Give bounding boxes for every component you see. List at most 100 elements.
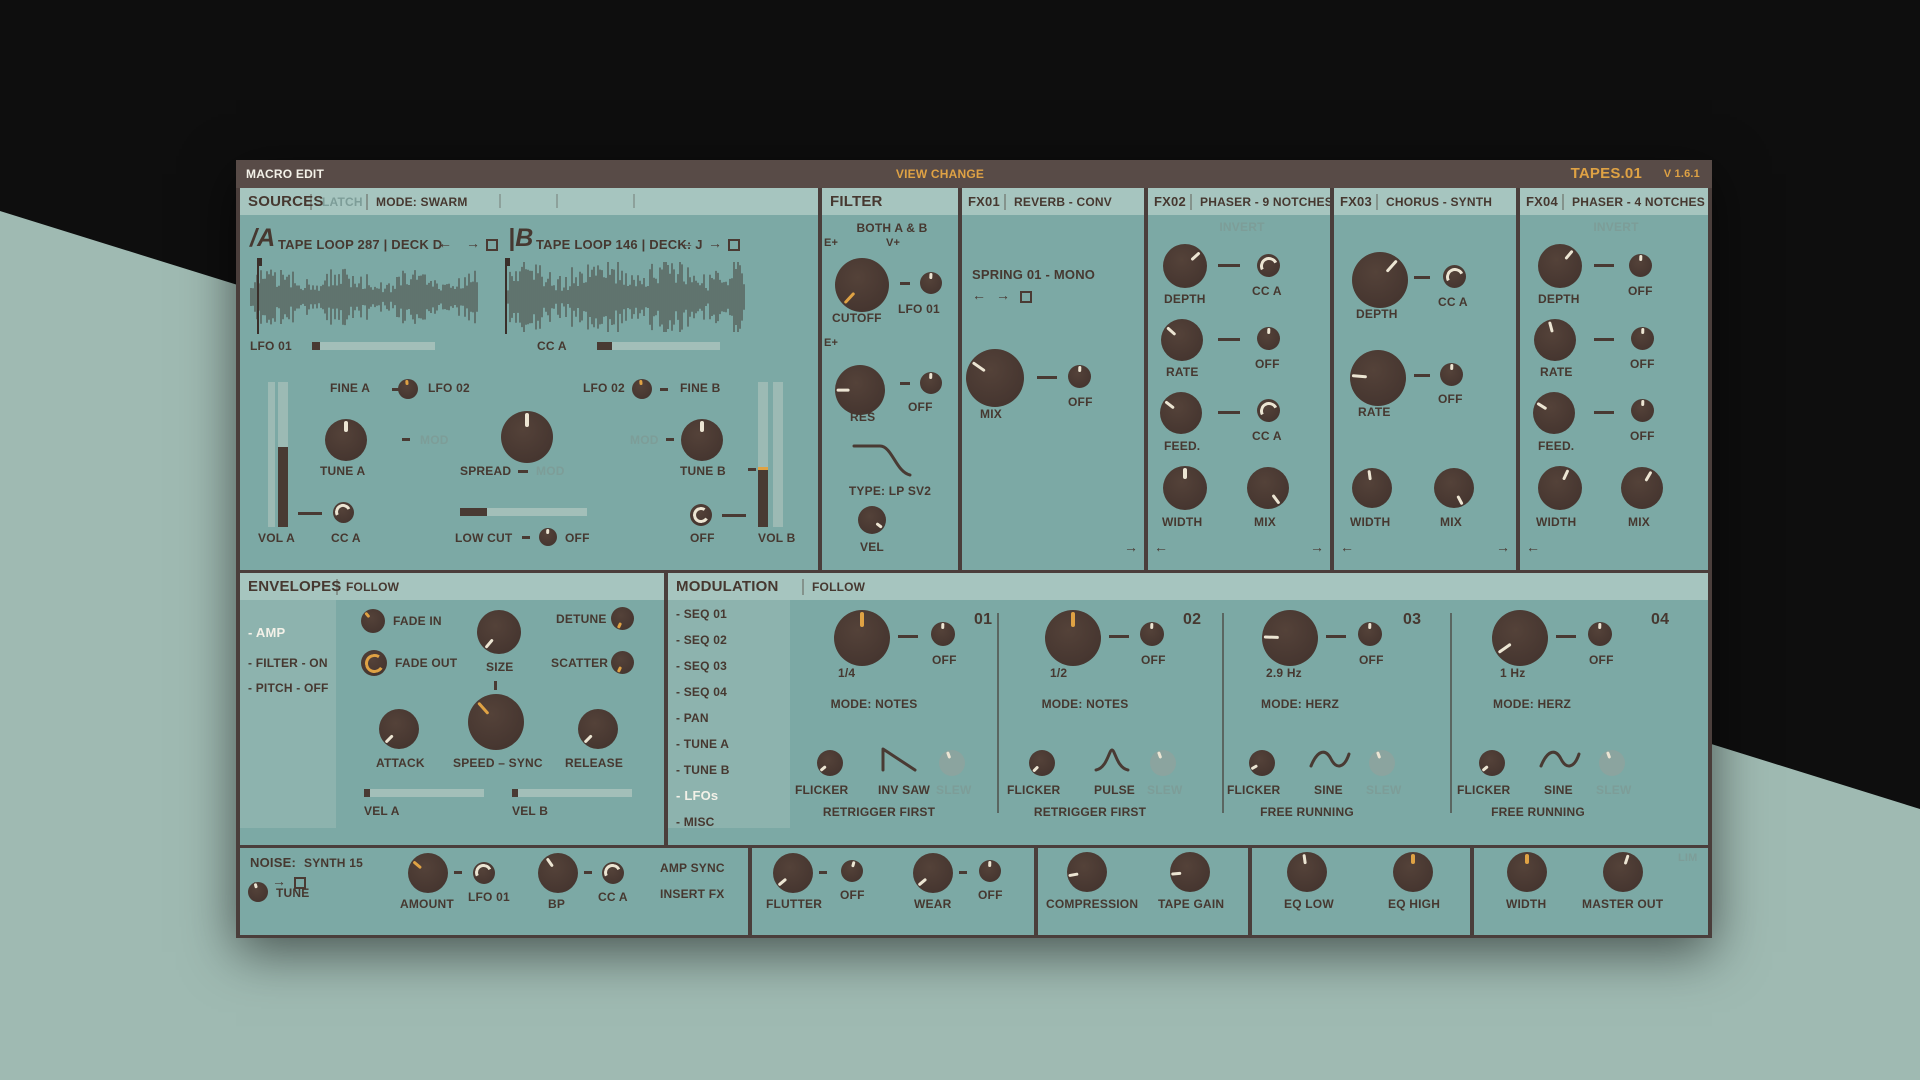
fx03-depth-mod-knob[interactable] [1443,265,1466,288]
fx04-rate-knob[interactable] [1534,319,1576,361]
fx01-type-selector[interactable]: REVERB - CONV [1014,196,1112,208]
latch-toggle[interactable]: LATCH [322,196,363,208]
filter-env-plus-label[interactable]: E+ [824,238,838,249]
vol-a-mod-label[interactable]: CC A [331,532,361,544]
fx04-rate-mod-label[interactable]: OFF [1630,358,1655,370]
lfo4-mod-label[interactable]: OFF [1589,654,1614,666]
fx03-send-next-icon[interactable]: → [1496,540,1510,554]
fx04-mix-knob[interactable] [1621,467,1663,509]
lfo2-mod-knob[interactable] [1140,622,1164,646]
lfo2-flicker-knob[interactable] [1029,750,1055,776]
spread-mod-label[interactable]: MOD [536,465,565,477]
speed-knob[interactable] [468,694,524,750]
wear-mod-knob[interactable] [979,860,1001,882]
sine-icon[interactable] [1538,747,1582,773]
deck-b-name[interactable]: TAPE LOOP 146 | DECK: J [536,238,703,251]
fx01-mix-mod-knob[interactable] [1068,365,1091,388]
deck-a-stop-icon[interactable] [486,239,498,251]
noise-bp-mod-knob[interactable] [602,862,624,884]
inv-saw-icon[interactable] [880,745,918,773]
sources-mode-selector[interactable]: MODE: SWARM [376,196,468,208]
lfo4-flicker-knob[interactable] [1479,750,1505,776]
deck-b-stop-icon[interactable] [728,239,740,251]
cutoff-mod-label[interactable]: LFO 01 [898,303,940,315]
fx02-depth-knob[interactable] [1163,244,1207,288]
mod-item-pan[interactable]: - PAN [676,712,709,724]
fx03-depth-mod-label[interactable]: CC A [1438,296,1468,308]
lfo1-mode-selector[interactable]: MODE: NOTES [831,698,918,710]
mod-item-seq03[interactable]: - SEQ 03 [676,660,727,672]
deck-a-name[interactable]: TAPE LOOP 287 | DECK D [278,238,442,251]
tune-a-mod-label[interactable]: MOD [420,434,449,446]
release-knob[interactable] [578,709,618,749]
flutter-mod-knob[interactable] [841,860,863,882]
deck-a-mod-slider[interactable] [312,342,435,350]
sine-icon[interactable] [1308,747,1352,773]
spread-knob[interactable] [501,411,553,463]
fx02-feed-mod-label[interactable]: CC A [1252,430,1282,442]
fx04-depth-knob[interactable] [1538,244,1582,288]
fx02-send-prev-icon[interactable]: ← [1154,540,1168,554]
low-cut-slider[interactable] [460,508,587,516]
fx01-stop-icon[interactable] [1020,291,1032,303]
eq-high-knob[interactable] [1393,852,1433,892]
fx01-next-icon[interactable]: → [996,288,1010,302]
lfo3-wave-selector[interactable]: SINE [1314,784,1343,796]
attack-knob[interactable] [379,709,419,749]
lfo3-rate-value[interactable]: 2.9 Hz [1266,667,1302,679]
eq-low-knob[interactable] [1287,852,1327,892]
fx03-rate-mod-knob[interactable] [1440,363,1463,386]
pulse-icon[interactable] [1093,745,1131,773]
mod-item-lfos[interactable]: - LFOs [676,789,718,802]
envelopes-item-filter[interactable]: - FILTER - ON [248,657,328,669]
lfo1-mod-knob[interactable] [931,622,955,646]
lfo3-mod-knob[interactable] [1358,622,1382,646]
fx03-rate-mod-label[interactable]: OFF [1438,393,1463,405]
fx02-rate-mod-knob[interactable] [1257,327,1280,350]
fx03-type-selector[interactable]: CHORUS - SYNTH [1386,196,1492,208]
fade-in-knob[interactable] [361,609,385,633]
fx01-send-next-icon[interactable]: → [1124,540,1138,554]
compression-knob[interactable] [1067,852,1107,892]
fx01-preset-name[interactable]: SPRING 01 - MONO [972,268,1095,281]
noise-bp-knob[interactable] [538,853,578,893]
lfo4-slew-knob[interactable] [1599,750,1625,776]
cutoff-mod-knob[interactable] [920,272,942,294]
res-env-plus-label[interactable]: E+ [824,338,838,349]
fx01-mix-knob[interactable] [966,349,1024,407]
noise-tune-knob[interactable] [248,882,268,902]
lfo4-wave-selector[interactable]: SINE [1544,784,1573,796]
vol-b-mod-label[interactable]: OFF [690,532,715,544]
detune-knob[interactable] [611,607,634,630]
lfo3-slew-knob[interactable] [1369,750,1395,776]
view-change-button[interactable]: VIEW CHANGE [896,168,984,180]
vel-b-slider[interactable] [512,789,632,797]
noise-amount-knob[interactable] [408,853,448,893]
deck-b-prev-icon[interactable]: ← [680,236,694,250]
fx03-mix-knob[interactable] [1434,468,1474,508]
filter-routing-label[interactable]: BOTH A & B [856,222,927,234]
mod-item-seq04[interactable]: - SEQ 04 [676,686,727,698]
fx04-depth-mod-label[interactable]: OFF [1628,285,1653,297]
envelopes-item-pitch[interactable]: - PITCH - OFF [248,682,329,694]
lfo3-rate-knob[interactable] [1262,610,1318,666]
deck-b-waveform-display[interactable] [506,262,746,332]
mod-item-misc[interactable]: - MISC [676,816,715,828]
fx04-type-selector[interactable]: PHASER - 4 NOTCHES [1572,196,1705,208]
mod-item-tune-a[interactable]: - TUNE A [676,738,729,750]
limiter-toggle[interactable]: LIM [1678,853,1698,864]
fx02-type-selector[interactable]: PHASER - 9 NOTCHES [1200,196,1330,208]
flutter-mod-label[interactable]: OFF [840,889,865,901]
noise-amount-mod-label[interactable]: LFO 01 [468,891,510,903]
noise-bp-mod-label[interactable]: CC A [598,891,628,903]
fine-a-mod-label[interactable]: LFO 02 [428,382,470,394]
macro-edit-button[interactable]: MACRO EDIT [246,168,324,180]
lfo1-rate-value[interactable]: 1/4 [838,667,855,679]
lfo2-run-mode[interactable]: RETRIGGER FIRST [1034,806,1146,818]
modulation-follow-toggle[interactable]: FOLLOW [812,581,865,593]
filter-vel-knob[interactable] [858,506,886,534]
fine-b-mod-label[interactable]: LFO 02 [583,382,625,394]
vol-b-fader[interactable] [758,382,768,527]
fx03-depth-knob[interactable] [1352,252,1408,308]
fx03-width-knob[interactable] [1352,468,1392,508]
